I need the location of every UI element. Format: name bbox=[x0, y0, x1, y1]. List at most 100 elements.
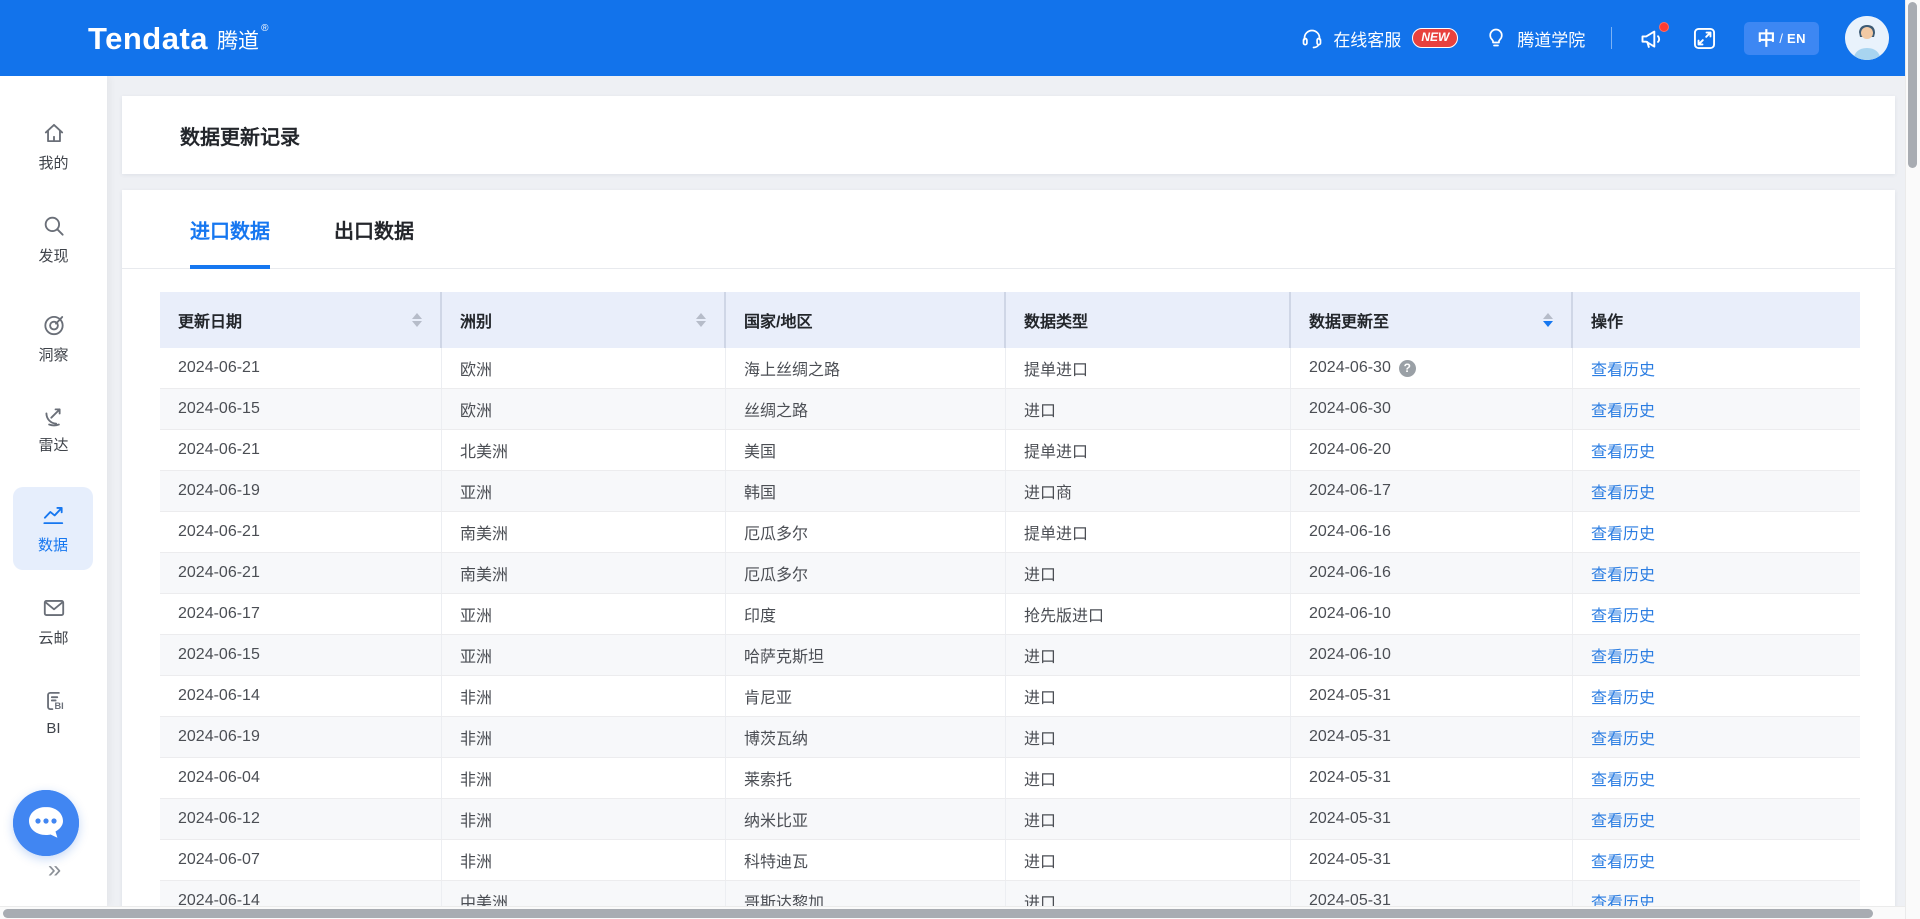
topbar: Tendata 腾道 ® 在线客服 NEW 腾道学院 中 bbox=[0, 0, 1905, 76]
cell-action: 查看历史 bbox=[1573, 430, 1860, 470]
data-type-value: 进口 bbox=[1024, 807, 1056, 831]
continent-value: 非洲 bbox=[460, 725, 492, 749]
cell-data-type: 进口 bbox=[1006, 840, 1291, 880]
sidebar-item-discover[interactable]: 发现 bbox=[0, 213, 107, 266]
lang-zh: 中 bbox=[1757, 25, 1775, 51]
data-type-value: 提单进口 bbox=[1024, 438, 1088, 462]
view-history-link[interactable]: 查看历史 bbox=[1591, 479, 1655, 503]
continent-value: 南美洲 bbox=[460, 520, 508, 544]
region-value: 韩国 bbox=[744, 479, 776, 503]
view-history-link[interactable]: 查看历史 bbox=[1591, 438, 1655, 462]
help-icon[interactable]: ? bbox=[1399, 360, 1416, 377]
view-history-link[interactable]: 查看历史 bbox=[1591, 561, 1655, 585]
academy-button[interactable]: 腾道学院 bbox=[1484, 26, 1585, 51]
continent-value: 亚洲 bbox=[460, 479, 492, 503]
headset-icon bbox=[1300, 26, 1324, 50]
sidebar-item-mail[interactable]: 云邮 bbox=[0, 595, 107, 648]
view-history-link[interactable]: 查看历史 bbox=[1591, 602, 1655, 626]
data-type-value: 进口 bbox=[1024, 766, 1056, 790]
tab-import-data[interactable]: 进口数据 bbox=[190, 190, 270, 268]
view-history-link[interactable]: 查看历史 bbox=[1591, 766, 1655, 790]
main-content: 数据更新记录 进口数据出口数据 更新日期洲别国家/地区数据类型数据更新至操作 2… bbox=[107, 76, 1905, 906]
radar-icon bbox=[41, 402, 67, 428]
continent-value: 南美洲 bbox=[460, 561, 508, 585]
cell-action: 查看历史 bbox=[1573, 635, 1860, 675]
sidebar-item-bi[interactable]: BIBI bbox=[0, 688, 107, 737]
column-header-update-date[interactable]: 更新日期 bbox=[160, 292, 442, 348]
data-type-value: 进口 bbox=[1024, 561, 1056, 585]
continent-value: 非洲 bbox=[460, 766, 492, 790]
continent-value: 中美洲 bbox=[460, 889, 508, 906]
sidebar-item-label: 洞察 bbox=[38, 344, 68, 365]
view-history-link[interactable]: 查看历史 bbox=[1591, 889, 1655, 906]
cell-data-type: 进口 bbox=[1006, 389, 1291, 429]
announcement-button[interactable] bbox=[1638, 25, 1665, 52]
update-date-value: 2024-06-14 bbox=[178, 687, 260, 705]
avatar[interactable] bbox=[1845, 16, 1889, 60]
sidebar: 我的发现洞察雷达数据云邮 BIBI » bbox=[0, 76, 107, 906]
view-history-link[interactable]: 查看历史 bbox=[1591, 643, 1655, 667]
cell-region: 哈萨克斯坦 bbox=[726, 635, 1006, 675]
cell-region: 美国 bbox=[726, 430, 1006, 470]
chat-button[interactable] bbox=[13, 790, 79, 856]
cell-continent: 非洲 bbox=[442, 758, 726, 798]
cell-data-type: 抢先版进口 bbox=[1006, 594, 1291, 634]
language-toggle[interactable]: 中 / EN bbox=[1744, 22, 1819, 55]
continent-value: 北美洲 bbox=[460, 438, 508, 462]
view-history-link[interactable]: 查看历史 bbox=[1591, 848, 1655, 872]
horizontal-scrollbar[interactable] bbox=[0, 906, 1905, 919]
region-value: 丝绸之路 bbox=[744, 397, 808, 421]
table-body: 2024-06-21欧洲海上丝绸之路提单进口2024-06-30?查看历史202… bbox=[160, 348, 1860, 906]
svg-text:BI: BI bbox=[54, 701, 63, 711]
region-value: 哈萨克斯坦 bbox=[744, 643, 824, 667]
notification-dot bbox=[1659, 22, 1669, 32]
column-header-continent[interactable]: 洲别 bbox=[442, 292, 726, 348]
fullscreen-button[interactable] bbox=[1691, 25, 1718, 52]
horizontal-scrollbar-thumb[interactable] bbox=[3, 909, 1873, 918]
column-header-updated-to[interactable]: 数据更新至 bbox=[1291, 292, 1573, 348]
data-type-value: 进口 bbox=[1024, 684, 1056, 708]
view-history-link[interactable]: 查看历史 bbox=[1591, 520, 1655, 544]
vertical-scrollbar-thumb[interactable] bbox=[1908, 2, 1917, 168]
lightbulb-icon bbox=[1484, 26, 1508, 50]
cell-updated-to: 2024-06-10 bbox=[1291, 635, 1573, 675]
data-type-value: 进口 bbox=[1024, 889, 1056, 906]
table-row: 2024-06-19亚洲韩国进口商2024-06-17查看历史 bbox=[160, 471, 1860, 512]
region-value: 哥斯达黎加 bbox=[744, 889, 824, 906]
cell-action: 查看历史 bbox=[1573, 881, 1860, 906]
sort-carets-icon[interactable] bbox=[696, 313, 706, 327]
sort-carets-icon[interactable] bbox=[412, 313, 422, 327]
view-history-link[interactable]: 查看历史 bbox=[1591, 356, 1655, 380]
column-label: 洲别 bbox=[460, 308, 492, 332]
sort-carets-icon[interactable] bbox=[1543, 313, 1553, 327]
cell-update-date: 2024-06-17 bbox=[160, 594, 442, 634]
online-service-label: 在线客服 bbox=[1333, 26, 1401, 51]
cell-data-type: 进口 bbox=[1006, 881, 1291, 906]
data-type-value: 进口商 bbox=[1024, 479, 1072, 503]
vertical-scrollbar[interactable] bbox=[1905, 0, 1920, 919]
cell-continent: 非洲 bbox=[442, 676, 726, 716]
view-history-link[interactable]: 查看历史 bbox=[1591, 725, 1655, 749]
updated-to-value: 2024-06-30 bbox=[1309, 359, 1391, 377]
cell-region: 厄瓜多尔 bbox=[726, 512, 1006, 552]
sidebar-item-home[interactable]: 我的 bbox=[0, 120, 107, 173]
sidebar-item-label: 云邮 bbox=[38, 627, 68, 648]
page-header-card: 数据更新记录 bbox=[122, 96, 1895, 174]
logo[interactable]: Tendata 腾道 ® bbox=[88, 23, 268, 54]
tab-export-data[interactable]: 出口数据 bbox=[334, 190, 414, 268]
region-value: 科特迪瓦 bbox=[744, 848, 808, 872]
view-history-link[interactable]: 查看历史 bbox=[1591, 397, 1655, 421]
bi-icon: BI bbox=[41, 688, 67, 714]
table-row: 2024-06-21北美洲美国提单进口2024-06-20查看历史 bbox=[160, 430, 1860, 471]
avatar-illustration bbox=[1845, 16, 1889, 60]
tabs: 进口数据出口数据 bbox=[122, 190, 1895, 269]
update-date-value: 2024-06-12 bbox=[178, 810, 260, 828]
sidebar-collapse-toggle[interactable]: » bbox=[0, 856, 107, 884]
sidebar-item-data[interactable]: 数据 bbox=[13, 487, 93, 570]
view-history-link[interactable]: 查看历史 bbox=[1591, 807, 1655, 831]
online-service-button[interactable]: 在线客服 NEW bbox=[1300, 26, 1458, 51]
academy-label: 腾道学院 bbox=[1517, 26, 1585, 51]
sidebar-item-radar[interactable]: 雷达 bbox=[0, 402, 107, 455]
view-history-link[interactable]: 查看历史 bbox=[1591, 684, 1655, 708]
sidebar-item-insight[interactable]: 洞察 bbox=[0, 312, 107, 365]
